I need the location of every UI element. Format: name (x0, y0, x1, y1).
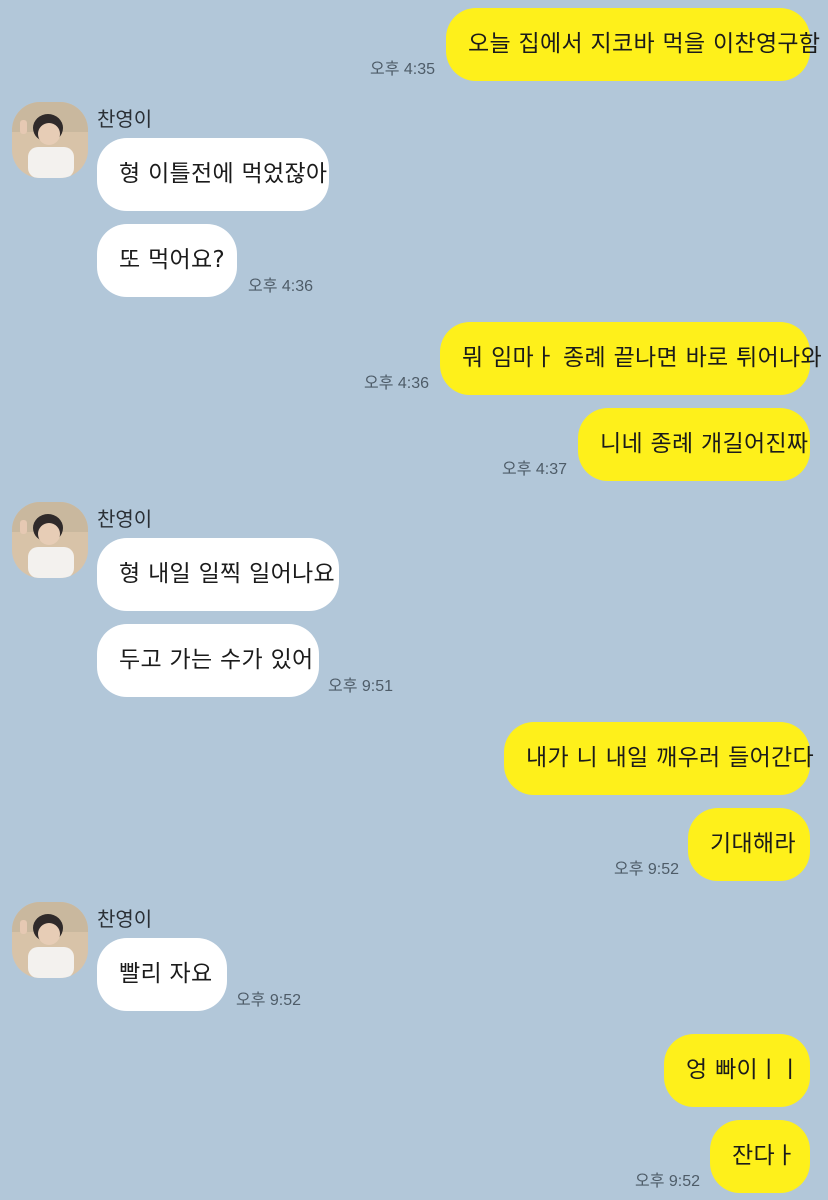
friend-name: 찬영이 (97, 907, 153, 931)
message-timestamp: 오후 4:36 (248, 278, 314, 295)
friend-message-bubble[interactable]: 빨리 자요 (97, 938, 227, 1011)
message-timestamp: 오후 9:52 (613, 861, 679, 878)
friend-message-bubble[interactable]: 두고 가는 수가 있어 (97, 624, 319, 697)
profile-photo-icon (12, 502, 88, 578)
friend-avatar[interactable] (12, 102, 88, 178)
message-timestamp: 오후 9:51 (328, 678, 394, 695)
friend-message-bubble[interactable]: 형 이틀전에 먹었잖아 (97, 138, 329, 211)
profile-photo-icon (12, 102, 88, 178)
message-timestamp: 오후 4:37 (501, 461, 567, 478)
friend-name: 찬영이 (97, 107, 153, 131)
friend-message-bubble[interactable]: 또 먹어요? (97, 224, 237, 297)
my-message-bubble[interactable]: 오늘 집에서 지코바 먹을 이찬영구함 (446, 8, 820, 81)
friend-avatar[interactable] (12, 502, 88, 578)
my-message-bubble[interactable]: 기대해라 (688, 808, 810, 881)
profile-photo-icon (12, 902, 88, 978)
my-message-bubble[interactable]: 잔다ㅏ (710, 1120, 810, 1193)
friend-name: 찬영이 (97, 507, 153, 531)
message-timestamp: 오후 9:52 (236, 992, 302, 1009)
my-message-bubble[interactable]: 뭐 임마ㅏ 종례 끝나면 바로 튀어나와 (440, 322, 822, 395)
my-message-bubble[interactable]: 엉 빠이ㅣㅣ (664, 1034, 810, 1107)
friend-message-bubble[interactable]: 형 내일 일찍 일어나요 (97, 538, 339, 611)
my-message-bubble[interactable]: 니네 종례 개길어진짜 (578, 408, 810, 481)
message-timestamp: 오후 9:52 (634, 1173, 700, 1190)
my-message-bubble[interactable]: 내가 니 내일 깨우러 들어간다 (504, 722, 814, 795)
message-timestamp: 오후 4:35 (369, 61, 435, 78)
friend-avatar[interactable] (12, 902, 88, 978)
message-timestamp: 오후 4:36 (363, 375, 429, 392)
